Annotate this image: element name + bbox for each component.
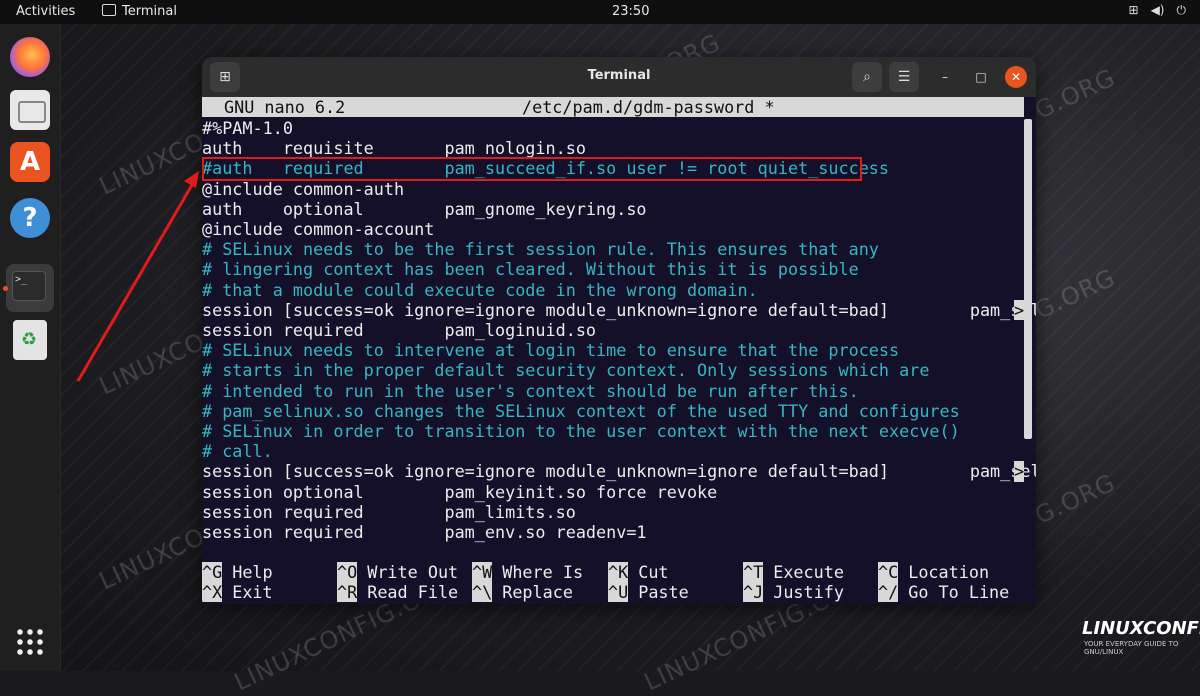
linuxconfig-logo: LINUXCONFIG bbox=[1082, 618, 1200, 639]
linuxconfig-tagline: YOUR EVERYDAY GUIDE TO GNU/LINUX bbox=[1084, 640, 1179, 656]
annotation-arrow bbox=[76, 171, 199, 382]
